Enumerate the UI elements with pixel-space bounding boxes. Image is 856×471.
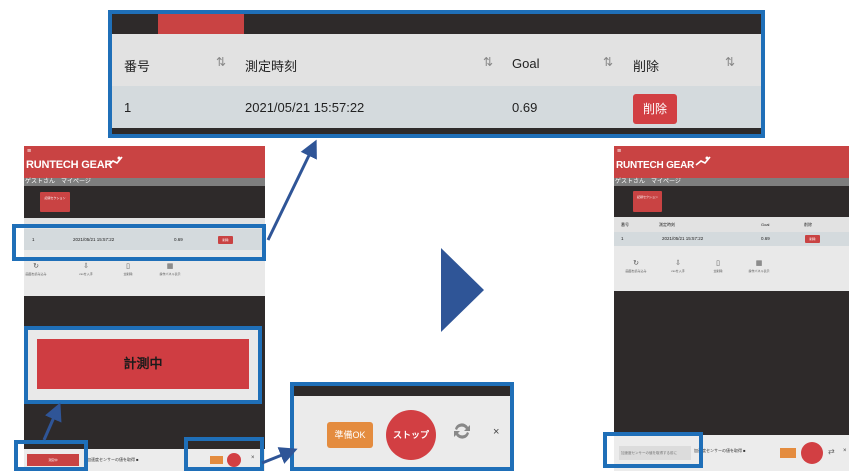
app-header: ≡ RUNTECH GEAR	[24, 146, 265, 178]
csv-download-button[interactable]: ⇩ csvを入手	[666, 259, 690, 273]
refresh-icon: ↻	[33, 263, 39, 270]
row-goal: 0.69	[761, 236, 770, 241]
row-time: 2021/05/21 15:57:22	[662, 236, 704, 241]
table-row: 1 2021/05/21 15:57:22 0.69 削除	[614, 232, 849, 246]
panel-label: 操作パネル表示	[159, 272, 181, 276]
mini-ready-button[interactable]	[780, 448, 796, 458]
col-goal-header[interactable]: Goal	[761, 222, 769, 227]
right-phone-screen: ≡ RUNTECH GEAR ゲストさん マイページ 記録セクション 番号 測定…	[614, 146, 849, 471]
download-icon: ⇩	[83, 263, 89, 270]
csv-label: csvを入手	[79, 272, 93, 276]
csv-download-button[interactable]: ⇩ csvを入手	[74, 262, 98, 276]
highlight-red-tab	[14, 440, 88, 471]
highlight-right-input	[603, 432, 703, 468]
delete-all-label: 全削除	[123, 272, 133, 276]
reload-label: 画面を読み込み	[25, 272, 47, 276]
calendar-icon: ▦	[755, 260, 763, 267]
reload-button[interactable]: ↻ 画面を読み込み	[624, 259, 648, 273]
mini-close-icon[interactable]: ×	[843, 448, 847, 454]
left-phone-screen: ≡ RUNTECH GEAR ゲストさん マイページ 記録セクション 1 202…	[24, 146, 265, 471]
highlight-table-row	[12, 224, 266, 261]
col-number-header[interactable]: 番号	[621, 222, 629, 228]
refresh-icon: ↻	[633, 260, 639, 267]
csv-label: csvを入手	[671, 269, 685, 273]
panel-label: 操作パネル表示	[748, 269, 770, 273]
highlight-zoom-controls	[290, 382, 514, 471]
trash-icon: ▯	[716, 260, 720, 267]
app-header: ≡ RUNTECH GEAR	[614, 146, 849, 178]
hamburger-icon[interactable]: ≡	[27, 148, 31, 155]
arrow-controls-to-zoom	[261, 447, 298, 465]
delete-all-button[interactable]: ▯ 全削除	[116, 262, 140, 276]
highlight-zoom-table	[108, 10, 765, 138]
table-header: 番号 測定時刻 Goal 削除	[614, 217, 849, 232]
mini-stop-button[interactable]	[801, 442, 823, 464]
user-nav[interactable]: ゲストさん マイページ	[614, 178, 849, 186]
tab-records[interactable]: 記録セクション	[633, 191, 662, 212]
reload-button[interactable]: ↻ 画面を読み込み	[24, 262, 48, 276]
user-nav[interactable]: ゲストさん マイページ	[24, 178, 265, 186]
icon-toolbar: ↻ 画面を読み込み ⇩ csvを入手 ▯ 全削除 ▦ 操作パネル表示	[614, 246, 849, 291]
row-number: 1	[621, 236, 624, 241]
arrow-row-to-zoom	[266, 139, 317, 241]
trash-icon: ▯	[126, 263, 130, 270]
panel-toggle-button[interactable]: ▦ 操作パネル表示	[158, 262, 182, 276]
brand-logo-text: RUNTECH GEAR	[26, 159, 113, 171]
highlight-measuring	[24, 326, 262, 404]
hamburger-icon[interactable]: ≡	[617, 148, 621, 155]
panel-toggle-button[interactable]: ▦ 操作パネル表示	[747, 259, 771, 273]
tab-records[interactable]: 記録セクション	[40, 192, 70, 212]
mini-swap-icon[interactable]: ⇄	[828, 447, 835, 456]
delete-all-label: 全削除	[713, 269, 723, 273]
download-icon: ⇩	[675, 260, 681, 267]
brand-logo-text: RUNTECH GEAR	[616, 160, 695, 171]
delete-all-button[interactable]: ▯ 全削除	[706, 259, 730, 273]
col-time-header[interactable]: 測定時刻	[659, 222, 675, 228]
delete-button[interactable]: 削除	[805, 235, 820, 243]
col-delete-header[interactable]: 削除	[804, 222, 812, 228]
sensor-status-text: 加速度センサーの値を取得 ■	[87, 457, 139, 462]
runner-logo-icon	[695, 156, 711, 166]
runner-logo-icon	[107, 156, 123, 166]
calendar-icon: ▦	[166, 263, 174, 270]
reload-label: 画面を読み込み	[625, 269, 647, 273]
next-step-triangle-icon	[441, 248, 484, 332]
highlight-controls	[184, 437, 264, 471]
